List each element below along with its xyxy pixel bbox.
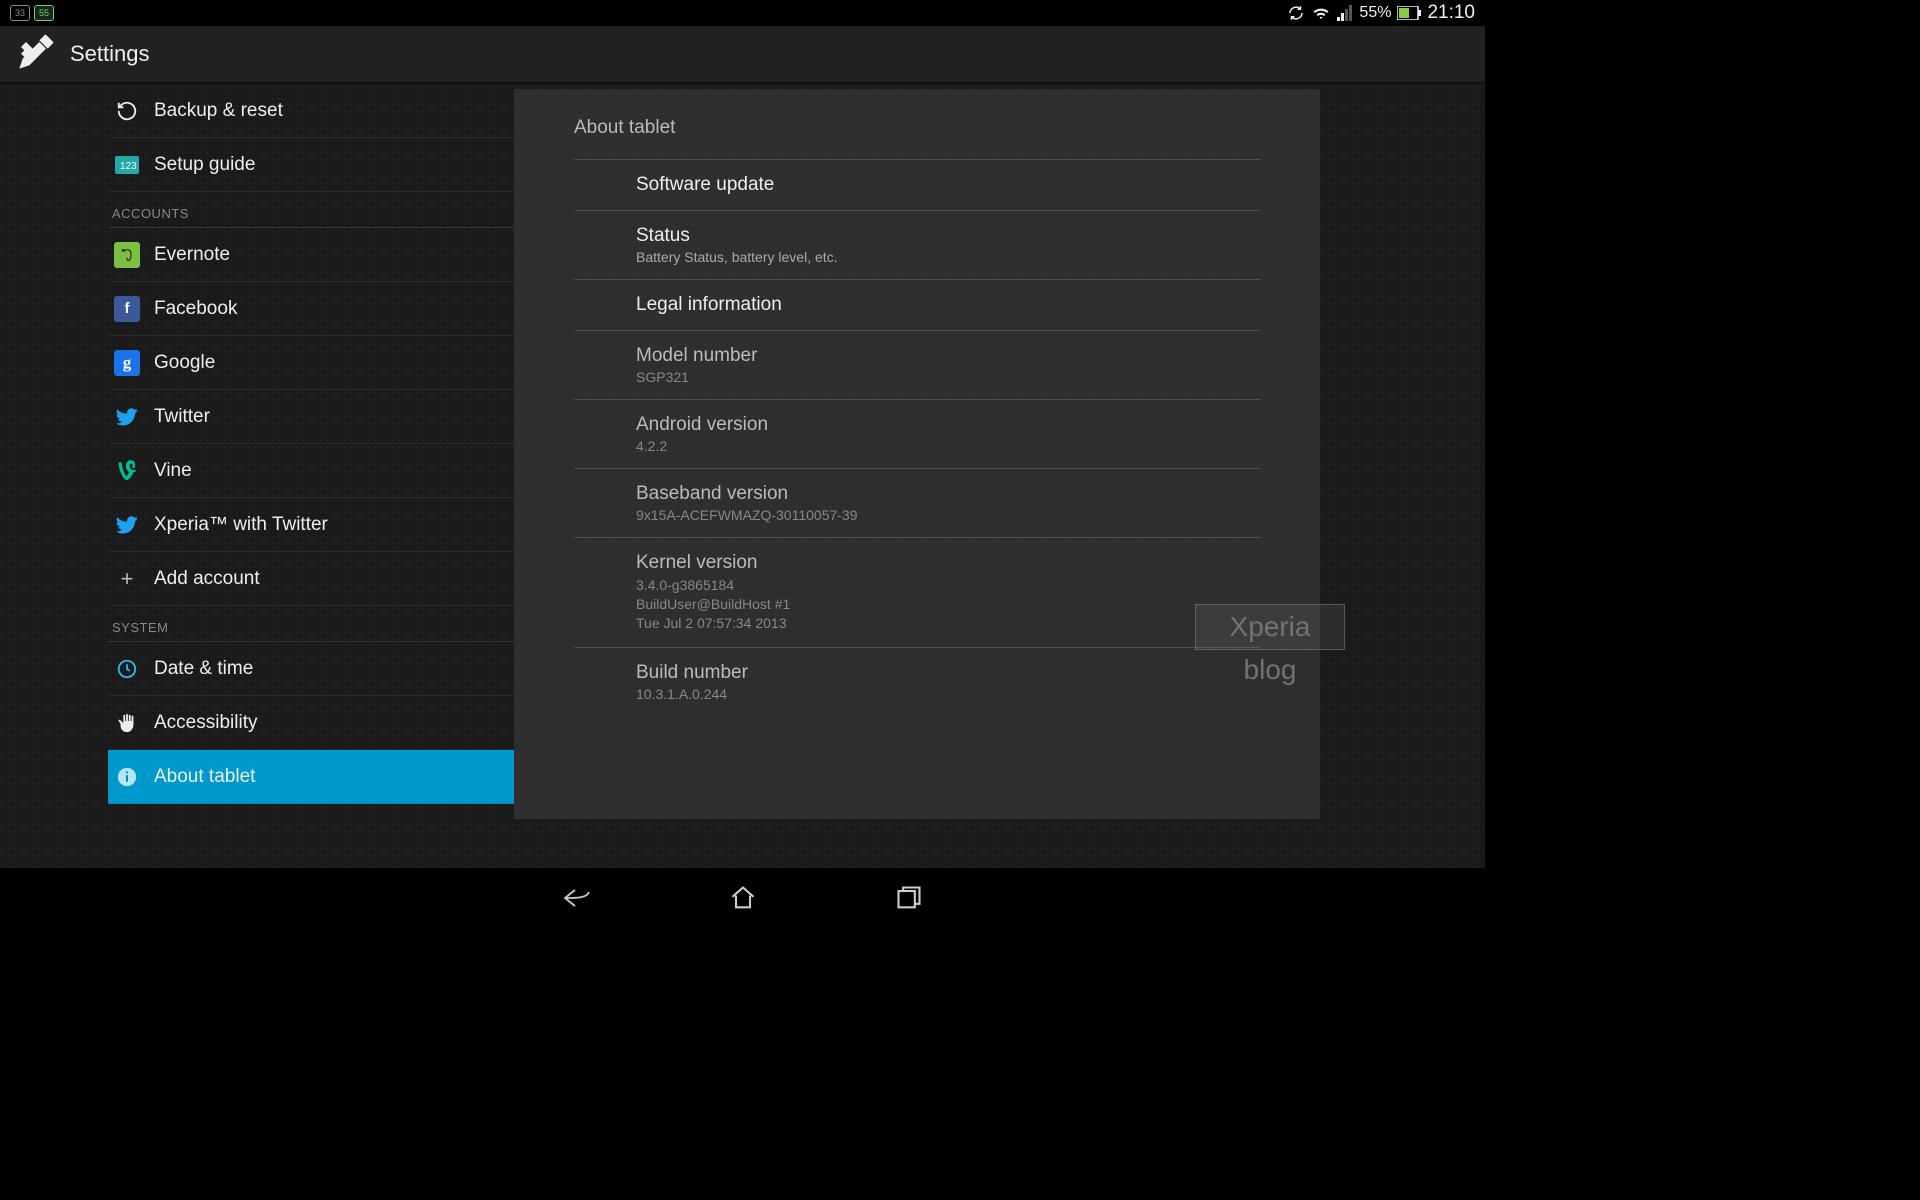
sidebar-item-about-tablet[interactable]: About tablet: [108, 750, 514, 804]
row-subtitle: Battery Status, battery level, etc.: [636, 249, 1260, 265]
signal-icon: [1337, 5, 1353, 21]
sidebar-item-label: Google: [154, 352, 215, 374]
settings-sidebar: Backup & reset 123 Setup guide ACCOUNTS …: [108, 84, 514, 868]
row-legal-information[interactable]: Legal information: [574, 280, 1260, 331]
google-icon: g: [114, 350, 140, 376]
sidebar-item-label: Date & time: [154, 658, 253, 680]
sidebar-item-label: Accessibility: [154, 712, 257, 734]
notification-badge: 33: [10, 5, 30, 21]
content-area: Backup & reset 123 Setup guide ACCOUNTS …: [0, 84, 1485, 868]
facebook-icon: f: [114, 296, 140, 322]
vine-icon: [114, 458, 140, 484]
row-software-update[interactable]: Software update: [574, 160, 1260, 211]
sidebar-section-accounts: ACCOUNTS: [108, 192, 514, 228]
row-value: 4.2.2: [636, 438, 1260, 454]
twitter-icon: [114, 512, 140, 538]
guide-icon: 123: [114, 152, 140, 178]
row-value: 3.4.0-g3865184: [636, 576, 1260, 595]
sidebar-item-label: About tablet: [154, 766, 255, 788]
sidebar-item-vine[interactable]: Vine: [108, 444, 514, 498]
sidebar-item-label: Facebook: [154, 298, 237, 320]
sidebar-item-xperia-twitter[interactable]: Xperia™ with Twitter: [108, 498, 514, 552]
sidebar-item-add-account[interactable]: + Add account: [108, 552, 514, 606]
status-bar: 33 55 55% 21:10: [0, 0, 1485, 26]
sidebar-item-label: Xperia™ with Twitter: [154, 514, 328, 536]
row-value: 10.3.1.A.0.244: [636, 686, 1260, 702]
sidebar-item-twitter[interactable]: Twitter: [108, 390, 514, 444]
back-button[interactable]: [559, 880, 595, 916]
row-value: 9x15A-ACEFWMAZQ-30110057-39: [636, 507, 1260, 523]
sync-icon: [1287, 4, 1305, 22]
hand-icon: [114, 710, 140, 736]
row-title: Status: [636, 225, 1260, 247]
sidebar-item-setup-guide[interactable]: 123 Setup guide: [108, 138, 514, 192]
row-title: Baseband version: [636, 483, 1260, 505]
row-kernel-version[interactable]: Kernel version 3.4.0-g3865184 BuildUser@…: [574, 538, 1260, 648]
evernote-icon: [114, 242, 140, 268]
row-baseband-version[interactable]: Baseband version 9x15A-ACEFWMAZQ-3011005…: [574, 469, 1260, 538]
row-android-version[interactable]: Android version 4.2.2: [574, 400, 1260, 469]
restore-icon: [114, 98, 140, 124]
sidebar-item-facebook[interactable]: f Facebook: [108, 282, 514, 336]
sidebar-item-label: Twitter: [154, 406, 210, 428]
sidebar-item-accessibility[interactable]: Accessibility: [108, 696, 514, 750]
wifi-icon: [1311, 4, 1331, 22]
info-icon: [114, 764, 140, 790]
row-title: Software update: [636, 174, 1260, 196]
page-title: Settings: [70, 41, 150, 67]
sidebar-item-label: Evernote: [154, 244, 230, 266]
clock: 21:10: [1427, 2, 1475, 24]
plus-icon: +: [114, 566, 140, 592]
notification-badge: 55: [34, 5, 54, 21]
sidebar-item-date-time[interactable]: Date & time: [108, 642, 514, 696]
sidebar-item-label: Setup guide: [154, 154, 255, 176]
row-build-number[interactable]: Build number 10.3.1.A.0.244: [574, 648, 1260, 716]
recent-apps-button[interactable]: [891, 880, 927, 916]
sidebar-section-system: SYSTEM: [108, 606, 514, 642]
sidebar-item-backup-reset[interactable]: Backup & reset: [108, 84, 514, 138]
row-value: SGP321: [636, 369, 1260, 385]
battery-percent: 55%: [1359, 4, 1391, 22]
sidebar-item-google[interactable]: g Google: [108, 336, 514, 390]
row-title: Legal information: [636, 294, 1260, 316]
row-status[interactable]: Status Battery Status, battery level, et…: [574, 211, 1260, 280]
row-value: Tue Jul 2 07:57:34 2013: [636, 614, 1260, 633]
svg-text:123: 123: [120, 161, 137, 172]
navigation-bar: [0, 868, 1485, 928]
detail-panel: About tablet Software update Status Batt…: [514, 89, 1320, 819]
row-title: Android version: [636, 414, 1260, 436]
row-title: Build number: [636, 662, 1260, 684]
twitter-icon: [114, 404, 140, 430]
sidebar-item-label: Vine: [154, 460, 192, 482]
settings-icon: [16, 32, 56, 77]
row-value: BuildUser@BuildHost #1: [636, 595, 1260, 614]
panel-title: About tablet: [574, 117, 1260, 160]
row-title: Model number: [636, 345, 1260, 367]
sidebar-item-label: Add account: [154, 568, 260, 590]
row-title: Kernel version: [636, 552, 1260, 574]
sidebar-item-evernote[interactable]: Evernote: [108, 228, 514, 282]
sidebar-item-label: Backup & reset: [154, 100, 283, 122]
home-button[interactable]: [725, 880, 761, 916]
battery-icon: [1397, 6, 1421, 20]
clock-icon: [114, 656, 140, 682]
action-bar: Settings: [0, 26, 1485, 84]
row-model-number[interactable]: Model number SGP321: [574, 331, 1260, 400]
